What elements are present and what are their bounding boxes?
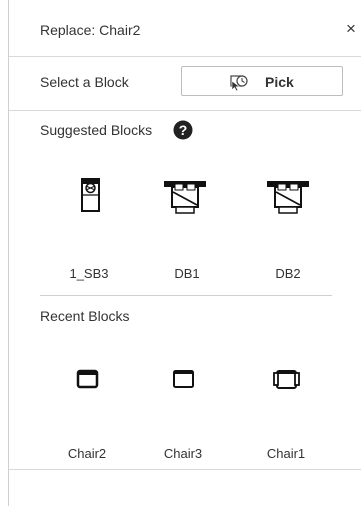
svg-text:?: ? bbox=[179, 122, 188, 138]
select-block-label: Select a Block bbox=[40, 74, 129, 90]
double-bed-block-icon bbox=[267, 181, 309, 214]
chair-block-icon bbox=[173, 370, 194, 388]
select-block-row: Select a Block Pick bbox=[9, 57, 361, 111]
recent-block-tile[interactable]: Chair1 bbox=[241, 355, 331, 485]
pick-button-label: Pick bbox=[265, 74, 294, 90]
double-bed-block-icon bbox=[164, 181, 206, 214]
close-button[interactable]: × bbox=[346, 19, 361, 39]
footer-divider bbox=[9, 469, 361, 470]
pick-block-icon bbox=[230, 75, 248, 91]
recent-block-tile[interactable]: Chair3 bbox=[138, 355, 228, 485]
suggested-block-tile[interactable]: DB2 bbox=[243, 175, 333, 305]
replace-block-panel: Replace: Chair2 × Select a Block Pick Su… bbox=[8, 0, 361, 506]
recent-block-tile[interactable]: Chair2 bbox=[42, 355, 132, 485]
block-label: DB2 bbox=[275, 266, 301, 281]
block-label: DB1 bbox=[174, 266, 200, 281]
panel-header: Replace: Chair2 × bbox=[9, 0, 361, 57]
panel-title: Replace: Chair2 bbox=[40, 22, 141, 38]
section-divider bbox=[40, 295, 332, 296]
block-label: Chair2 bbox=[67, 446, 107, 461]
block-label: Chair1 bbox=[266, 446, 306, 461]
chair-block-icon bbox=[76, 369, 99, 389]
armchair-block-icon bbox=[273, 370, 300, 389]
recent-blocks-title: Recent Blocks bbox=[40, 308, 130, 324]
suggested-blocks-title: Suggested Blocks bbox=[40, 122, 153, 138]
block-label: 1_SB3 bbox=[69, 266, 109, 281]
pick-button[interactable]: Pick bbox=[181, 66, 343, 96]
suggested-block-tile[interactable]: DB1 bbox=[142, 175, 232, 305]
block-label: Chair3 bbox=[163, 446, 203, 461]
help-question-icon[interactable]: ? bbox=[173, 120, 193, 140]
suggested-block-tile[interactable]: 1_SB3 bbox=[44, 175, 134, 305]
single-bed-block-icon bbox=[81, 178, 100, 212]
